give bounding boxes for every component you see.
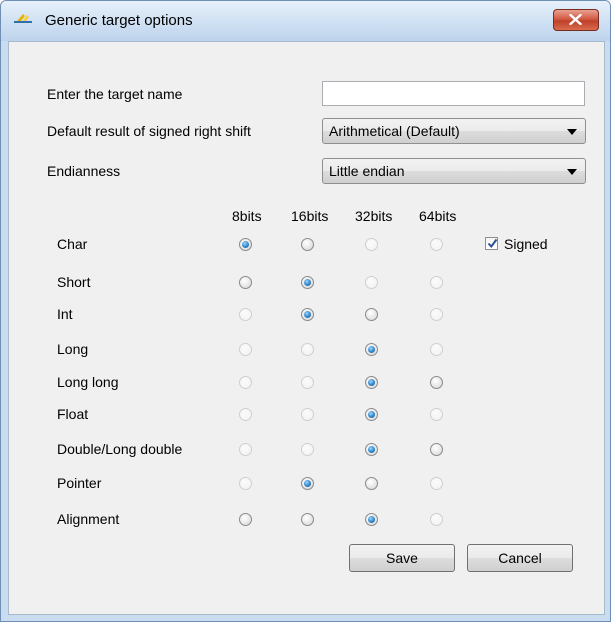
signed-checkbox[interactable] — [485, 237, 498, 250]
row-label: Long long — [57, 374, 119, 390]
chevron-down-icon — [567, 169, 577, 175]
row-label: Double/Long double — [57, 441, 183, 457]
col-header-32bits: 32bits — [355, 208, 393, 224]
endianness-select[interactable]: Little endian — [322, 158, 586, 184]
endianness-label: Endianness — [47, 163, 121, 179]
radio-8bits — [239, 308, 252, 321]
radio-16bits[interactable] — [301, 308, 314, 321]
radio-8bits — [239, 408, 252, 421]
radio-8bits — [239, 376, 252, 389]
close-icon — [569, 14, 582, 25]
radio-8bits — [239, 477, 252, 490]
radio-8bits — [239, 443, 252, 456]
shift-select-value: Arithmetical (Default) — [329, 123, 460, 139]
save-button[interactable]: Save — [349, 544, 455, 572]
radio-32bits[interactable] — [365, 308, 378, 321]
endianness-select-value: Little endian — [329, 163, 405, 179]
radio-32bits — [365, 238, 378, 251]
row-label: Pointer — [57, 475, 102, 491]
row-label: Float — [57, 406, 89, 422]
title-bar[interactable]: Generic target options — [1, 1, 610, 41]
radio-32bits[interactable] — [365, 443, 378, 456]
radio-64bits — [430, 238, 443, 251]
shift-select[interactable]: Arithmetical (Default) — [322, 118, 586, 144]
signed-label: Signed — [504, 236, 548, 252]
radio-8bits[interactable] — [239, 238, 252, 251]
row-label: Alignment — [57, 511, 120, 527]
col-header-16bits: 16bits — [291, 208, 329, 224]
radio-16bits — [301, 376, 314, 389]
cancel-button[interactable]: Cancel — [467, 544, 573, 572]
row-label: Char — [57, 236, 88, 252]
radio-64bits — [430, 477, 443, 490]
radio-16bits — [301, 343, 314, 356]
radio-32bits[interactable] — [365, 513, 378, 526]
radio-32bits — [365, 276, 378, 289]
radio-8bits — [239, 343, 252, 356]
col-header-64bits: 64bits — [419, 208, 457, 224]
radio-32bits[interactable] — [365, 477, 378, 490]
radio-64bits — [430, 343, 443, 356]
radio-32bits[interactable] — [365, 376, 378, 389]
dialog-content: Enter the target name Default result of … — [8, 41, 605, 615]
target-name-label: Enter the target name — [47, 86, 183, 102]
radio-64bits — [430, 408, 443, 421]
radio-32bits[interactable] — [365, 343, 378, 356]
radio-16bits[interactable] — [301, 513, 314, 526]
radio-64bits — [430, 513, 443, 526]
radio-64bits[interactable] — [430, 376, 443, 389]
app-icon — [14, 14, 32, 23]
radio-16bits[interactable] — [301, 238, 314, 251]
row-label: Int — [57, 306, 73, 322]
radio-64bits — [430, 276, 443, 289]
radio-8bits[interactable] — [239, 513, 252, 526]
shift-label: Default result of signed right shift — [47, 123, 251, 139]
target-name-input[interactable] — [322, 81, 585, 106]
radio-32bits[interactable] — [365, 408, 378, 421]
radio-8bits[interactable] — [239, 276, 252, 289]
col-header-8bits: 8bits — [232, 208, 262, 224]
radio-64bits — [430, 308, 443, 321]
close-button[interactable] — [553, 9, 599, 31]
dialog-window: Generic target options Enter the target … — [0, 0, 611, 622]
row-label: Long — [57, 341, 89, 357]
radio-16bits[interactable] — [301, 276, 314, 289]
checkmark-icon — [487, 238, 498, 249]
row-label: Short — [57, 274, 91, 290]
radio-64bits[interactable] — [430, 443, 443, 456]
radio-16bits[interactable] — [301, 477, 314, 490]
window-title: Generic target options — [45, 12, 193, 29]
chevron-down-icon — [567, 129, 577, 135]
radio-16bits — [301, 408, 314, 421]
radio-16bits — [301, 443, 314, 456]
